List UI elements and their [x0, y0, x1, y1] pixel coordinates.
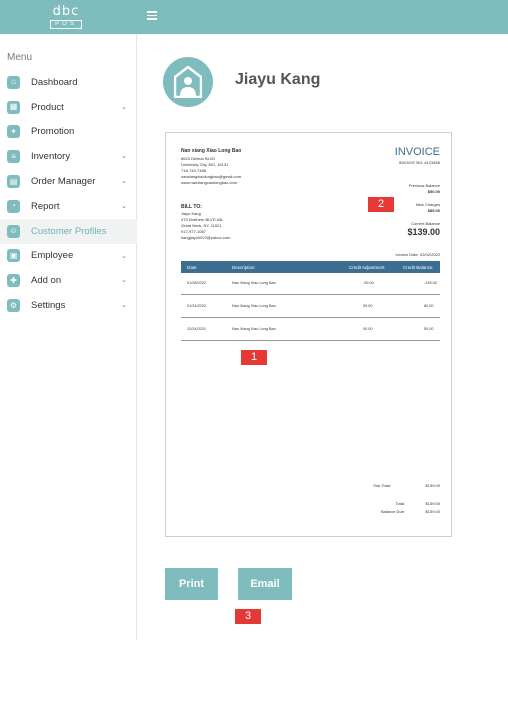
sidebar-item-label: Report — [31, 200, 60, 212]
sidebar-item-label: Promotion — [31, 126, 75, 138]
bill-to-email: kangjiayu0022@yahoo.com — [181, 235, 231, 240]
invoice-date: Invoice Date: 02/02/2022 — [395, 252, 440, 257]
cell-adjustment: 00.00 — [363, 304, 373, 308]
col-date: Date — [187, 265, 197, 270]
chevron-down-icon[interactable]: ⌄ — [121, 252, 127, 260]
customer-avatar — [163, 57, 213, 107]
bill-to-details: Jiayu Kang 475 Northern BLVD #3L Great N… — [181, 211, 230, 241]
sidebar-item-label: Employee — [31, 250, 74, 262]
employee-icon: ▣ — [7, 249, 20, 263]
sidebar-item-product[interactable]: ▦ Product ⌄ — [0, 95, 137, 120]
settings-icon: ⚙ — [7, 299, 20, 313]
invoice-preview: Nan xiang Xiao Long Bao 6623 Delmar BLVD… — [165, 132, 452, 537]
table-row: 01/24/2022 Nan Xiang Xiao Long Bao 00.00 80… — [181, 296, 440, 318]
current-balance: $139.00 — [407, 227, 440, 237]
cell-description: Nan Xiang Xiao Long Bao — [232, 281, 276, 285]
sidebar-item-settings[interactable]: ⚙ Settings ⌄ — [0, 293, 137, 318]
sidebar-item-customer-profiles[interactable]: ☺ Customer Profiles — [0, 218, 137, 244]
report-icon: ◔ — [7, 199, 20, 213]
menu-label: Menu — [7, 52, 33, 63]
order-icon: ▤ — [7, 175, 20, 189]
sidebar-item-employee[interactable]: ▣ Employee ⌄ — [0, 244, 137, 269]
cell-adjustment: -39.00 — [363, 281, 374, 285]
cell-date: 12/24/2021 — [187, 327, 207, 331]
previous-balance-label: Previous Balance — [408, 183, 440, 188]
annotation-marker-3: 3 — [235, 609, 261, 624]
sidebar-item-label: Order Manager — [31, 176, 96, 188]
cell-adjustment: 00.00 — [363, 327, 373, 331]
house-user-icon — [174, 66, 202, 98]
annotation-marker-2: 2 — [368, 197, 394, 212]
cell-balance: 80.00 — [424, 304, 434, 308]
sidebar-item-label: Dashboard — [31, 76, 78, 88]
promotion-icon: ✦ — [7, 125, 20, 139]
col-credit-balance: Credit Balance — [403, 265, 433, 270]
chevron-down-icon[interactable]: ⌄ — [121, 301, 127, 309]
company-name: Nan xiang Xiao Long Bao — [181, 148, 242, 154]
sidebar-item-label: Inventory — [31, 151, 71, 163]
print-button[interactable]: Print — [165, 568, 218, 600]
dashboard-icon: ⌂ — [7, 75, 20, 89]
logo-subtext: POS — [50, 20, 82, 29]
col-credit-adjustment: Credit Adjustment — [349, 265, 385, 270]
annotation-marker-1: 1 — [241, 350, 267, 365]
balance-due-label: Balance Due: — [380, 509, 405, 514]
invoice-table-header: Date Description Credit Adjustment Credi… — [181, 261, 440, 273]
current-balance-label: Current Balance — [411, 221, 440, 226]
cell-date: 01/24/2022 — [187, 304, 207, 308]
chevron-down-icon[interactable]: ⌄ — [121, 276, 127, 284]
chevron-down-icon[interactable]: ⌄ — [121, 202, 127, 210]
cell-description: Nan Xiang Xiao Long Bao — [232, 327, 276, 331]
sidebar-item-order-manager[interactable]: ▤ Order Manager ⌄ — [0, 169, 137, 194]
sidebar: Menu ⌂ Dashboard ▦ Product ⌄ ✦ Promotion ≡ Inven… — [0, 34, 137, 640]
total-label: Total: — [395, 501, 405, 506]
company-website: www.nanxiangxiaolongbao.com — [181, 180, 238, 185]
chevron-down-icon[interactable]: ⌄ — [121, 177, 127, 185]
cell-balance: -139.00 — [424, 281, 437, 285]
sidebar-item-inventory[interactable]: ≡ Inventory ⌄ — [0, 144, 137, 169]
sidebar-item-add-on[interactable]: ✚ Add on ⌄ — [0, 268, 137, 293]
table-row: 12/24/2021 Nan Xiang Xiao Long Bao 00.00 50… — [181, 319, 440, 341]
sidebar-item-label: Customer Profiles — [31, 225, 107, 237]
company-details: 6623 Delmar BLVD University City, MO, 16… — [181, 156, 241, 186]
sub-total-label: Sub Total: — [373, 483, 391, 488]
sidebar-item-promotion[interactable]: ✦ Promotion — [0, 120, 137, 145]
sidebar-nav: ⌂ Dashboard ▦ Product ⌄ ✦ Promotion ≡ Inventory ⌄… — [0, 70, 137, 318]
sidebar-item-label: Settings — [31, 300, 66, 312]
total: $139.00 — [425, 501, 440, 506]
sub-total: $139.00 — [425, 483, 440, 488]
customer-icon: ☺ — [7, 224, 20, 238]
menu-toggle-icon[interactable] — [147, 11, 157, 21]
product-icon: ▦ — [7, 100, 20, 114]
chevron-down-icon[interactable]: ⌄ — [121, 103, 127, 111]
brand-logo[interactable]: dbc POS — [50, 5, 82, 29]
previous-balance: $50.00 — [427, 189, 440, 194]
cell-description: Nan Xiang Xiao Long Bao — [232, 304, 276, 308]
table-row: 01/28/2022 Nan Xiang Xiao Long Bao -39.00 -… — [181, 273, 440, 295]
customer-name: Jiayu Kang — [235, 71, 321, 88]
logo-text: dbc — [52, 4, 80, 19]
invoice-title: INVOICE — [394, 146, 440, 158]
cell-balance: 50.00 — [424, 327, 434, 331]
cell-date: 01/28/2022 — [187, 281, 207, 285]
addon-icon: ✚ — [7, 274, 20, 288]
sidebar-item-report[interactable]: ◔ Report ⌄ — [0, 194, 137, 219]
sidebar-item-dashboard[interactable]: ⌂ Dashboard — [0, 70, 137, 95]
email-button[interactable]: Email — [238, 568, 292, 600]
sidebar-item-label: Product — [31, 101, 64, 113]
col-description: Description — [232, 265, 255, 270]
balance-due: $139.00 — [425, 509, 440, 514]
chevron-down-icon[interactable]: ⌄ — [121, 152, 127, 160]
top-bar: dbc POS — [0, 0, 508, 34]
invoice-number: INVOICE NO: #123456 — [398, 160, 440, 165]
inventory-icon: ≡ — [7, 150, 20, 164]
bill-to-label: BILL TO: — [181, 204, 202, 210]
sidebar-item-label: Add on — [31, 275, 62, 287]
